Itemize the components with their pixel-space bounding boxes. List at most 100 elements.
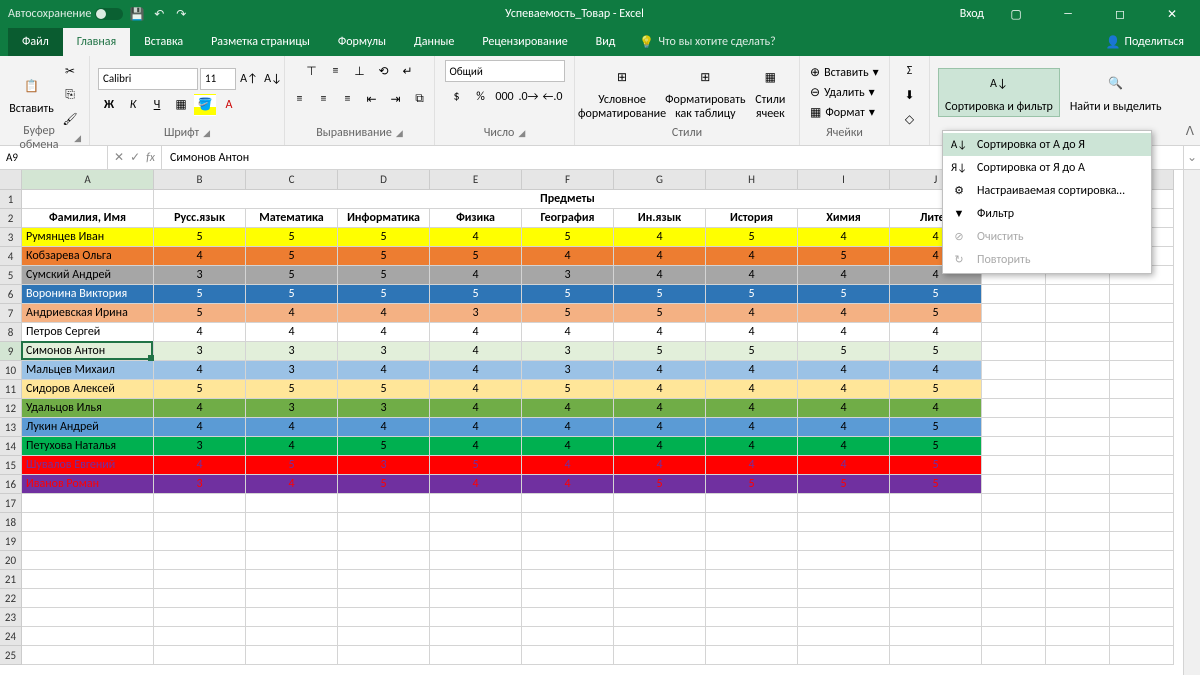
font-size-combo[interactable]: 11	[200, 68, 236, 90]
cell[interactable]	[982, 304, 1046, 323]
align-middle-icon[interactable]: ≡	[325, 60, 347, 82]
cell[interactable]	[982, 418, 1046, 437]
cell[interactable]	[1046, 361, 1110, 380]
cell[interactable]: Лукин Андрей	[22, 418, 154, 437]
cell[interactable]	[246, 589, 338, 608]
cell[interactable]: 4	[706, 247, 798, 266]
cell[interactable]: Сумский Андрей	[22, 266, 154, 285]
cell[interactable]: 5	[338, 247, 430, 266]
cell[interactable]	[982, 456, 1046, 475]
cell[interactable]: Мальцев Михаил	[22, 361, 154, 380]
decrease-font-icon[interactable]: A↓	[262, 68, 284, 90]
cell[interactable]: 4	[154, 399, 246, 418]
cell[interactable]	[22, 532, 154, 551]
cell[interactable]: 4	[614, 247, 706, 266]
cell[interactable]	[1046, 570, 1110, 589]
minimize-icon[interactable]: ―	[1048, 0, 1088, 28]
cell[interactable]	[798, 570, 890, 589]
cell[interactable]: 5	[706, 342, 798, 361]
bold-button[interactable]: Ж	[98, 94, 120, 116]
cell[interactable]	[1046, 437, 1110, 456]
cell[interactable]: 5	[522, 304, 614, 323]
cell[interactable]: 5	[154, 285, 246, 304]
cell[interactable]	[614, 608, 706, 627]
cell[interactable]: 4	[338, 418, 430, 437]
cell[interactable]	[338, 494, 430, 513]
cell[interactable]	[1110, 570, 1174, 589]
expand-formula-icon[interactable]: ⌄	[1183, 146, 1200, 169]
cell[interactable]: 5	[338, 380, 430, 399]
row-header[interactable]: 24	[0, 627, 22, 646]
cell[interactable]	[982, 627, 1046, 646]
column-header[interactable]: C	[246, 170, 338, 190]
cell[interactable]	[430, 513, 522, 532]
cell[interactable]	[1110, 399, 1174, 418]
cell[interactable]: 4	[430, 399, 522, 418]
menu-custom-sort[interactable]: ⚙Настраиваемая сортировка…	[943, 179, 1151, 202]
row-header[interactable]: 12	[0, 399, 22, 418]
cell[interactable]: Физика	[430, 209, 522, 228]
fill-color-icon[interactable]: 🪣	[194, 94, 216, 116]
font-color-icon[interactable]: A	[218, 94, 240, 116]
cell[interactable]	[1110, 380, 1174, 399]
row-header[interactable]: 22	[0, 589, 22, 608]
cell[interactable]	[430, 494, 522, 513]
cell[interactable]: 5	[338, 285, 430, 304]
cell[interactable]: 4	[706, 304, 798, 323]
cell[interactable]	[22, 570, 154, 589]
row-header[interactable]: 5	[0, 266, 22, 285]
cell[interactable]	[338, 532, 430, 551]
cell[interactable]: 4	[154, 418, 246, 437]
cell[interactable]: 5	[246, 247, 338, 266]
cell[interactable]: 4	[798, 456, 890, 475]
cell[interactable]	[1110, 646, 1174, 665]
cell[interactable]: 4	[154, 247, 246, 266]
cell[interactable]	[798, 532, 890, 551]
cell[interactable]	[154, 532, 246, 551]
cell[interactable]: 5	[338, 475, 430, 494]
cell[interactable]: 5	[798, 285, 890, 304]
cell[interactable]: Предметы	[154, 190, 982, 209]
cell[interactable]: История	[706, 209, 798, 228]
cell[interactable]	[982, 475, 1046, 494]
cell[interactable]: 5	[246, 228, 338, 247]
cell[interactable]: 4	[522, 437, 614, 456]
cell[interactable]	[1046, 304, 1110, 323]
cell[interactable]: 4	[338, 361, 430, 380]
cell[interactable]	[246, 627, 338, 646]
cell[interactable]	[982, 361, 1046, 380]
cell[interactable]	[1110, 608, 1174, 627]
cell[interactable]	[614, 570, 706, 589]
cell[interactable]: 5	[246, 285, 338, 304]
cell[interactable]	[522, 532, 614, 551]
menu-sort-az[interactable]: A↓Сортировка от А до Я	[943, 133, 1151, 156]
cell[interactable]	[338, 513, 430, 532]
cell[interactable]: 3	[246, 342, 338, 361]
cell[interactable]	[982, 646, 1046, 665]
cell[interactable]	[1110, 589, 1174, 608]
clear-icon[interactable]: ◇	[899, 108, 921, 130]
row-header[interactable]: 21	[0, 570, 22, 589]
cell[interactable]	[22, 627, 154, 646]
cell[interactable]	[798, 646, 890, 665]
paste-button[interactable]: 📋 Вставить	[8, 71, 55, 118]
cell[interactable]: 5	[614, 304, 706, 323]
cell[interactable]	[1046, 494, 1110, 513]
row-header[interactable]: 7	[0, 304, 22, 323]
row-header[interactable]: 25	[0, 646, 22, 665]
cell[interactable]: 4	[614, 266, 706, 285]
cell[interactable]: 3	[246, 399, 338, 418]
tab-layout[interactable]: Разметка страницы	[197, 28, 324, 56]
cell[interactable]	[1110, 475, 1174, 494]
cell[interactable]: Кобзарева Ольга	[22, 247, 154, 266]
cell[interactable]	[798, 494, 890, 513]
cell[interactable]	[246, 551, 338, 570]
select-all-corner[interactable]	[0, 170, 22, 190]
cell[interactable]: Химия	[798, 209, 890, 228]
cell[interactable]: 4	[246, 418, 338, 437]
cell[interactable]	[522, 608, 614, 627]
cell[interactable]	[1110, 627, 1174, 646]
cell[interactable]: 5	[430, 456, 522, 475]
cell[interactable]	[522, 551, 614, 570]
cell[interactable]: Информатика	[338, 209, 430, 228]
